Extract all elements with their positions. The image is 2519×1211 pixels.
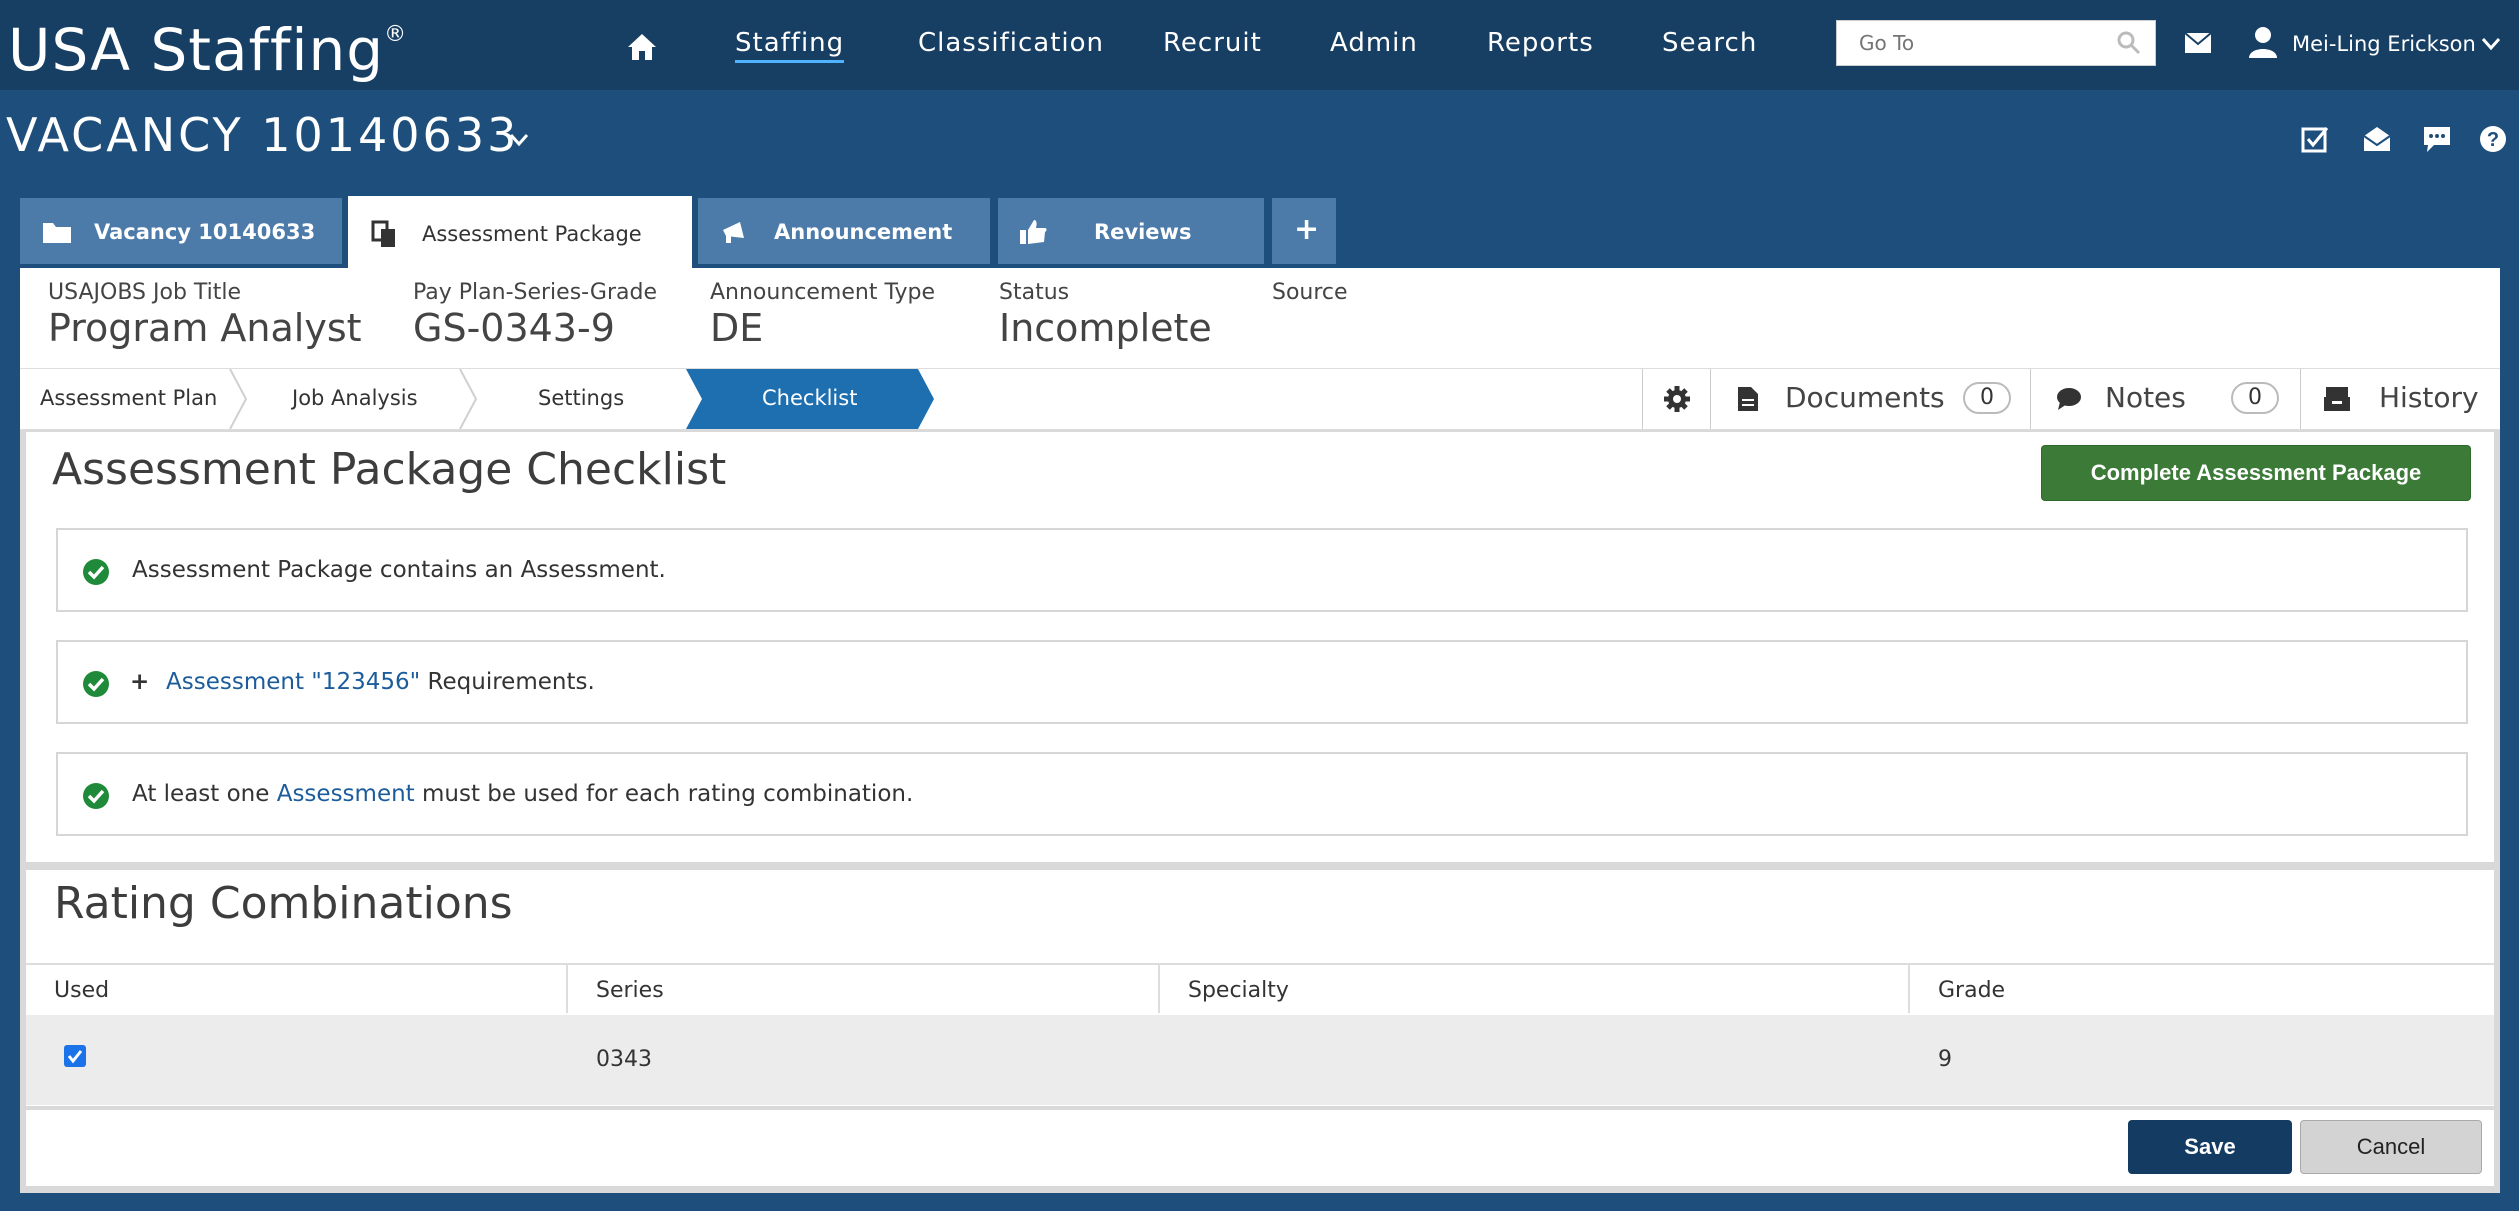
comment-icon[interactable] [2422, 124, 2452, 154]
tab-announcement[interactable]: Announcement [698, 198, 990, 264]
series-cell: 0343 [596, 1047, 652, 1072]
tab-announcement-label: Announcement [774, 220, 953, 244]
nav-classification[interactable]: Classification [918, 28, 1104, 58]
save-button[interactable]: Save [2128, 1120, 2292, 1174]
step-job-analysis[interactable]: Job Analysis [246, 369, 460, 429]
documents-button[interactable]: Documents 0 [1710, 369, 2030, 429]
search-icon[interactable] [2116, 30, 2142, 56]
notes-count: 0 [2231, 382, 2279, 414]
svg-text:?: ? [2487, 129, 2499, 151]
form-footer [26, 1110, 2494, 1186]
comment-icon [2057, 388, 2081, 410]
help-icon[interactable]: ? [2478, 124, 2508, 154]
documents-count: 0 [1963, 382, 2011, 414]
check-circle-icon [83, 559, 109, 585]
announcement-type-label: Announcement Type [710, 280, 935, 305]
checklist-item-text: Assessment Package contains an Assessmen… [132, 557, 666, 583]
copy-icon [371, 220, 395, 247]
user-icon[interactable] [2248, 26, 2278, 58]
checklist-icon[interactable] [2300, 124, 2330, 154]
tab-reviews[interactable]: Reviews [998, 198, 1264, 264]
complete-assessment-package-button[interactable]: Complete Assessment Package [2041, 445, 2471, 501]
checklist-item-text: At least one Assessment must be used for… [132, 781, 914, 807]
mail-open-icon[interactable] [2362, 124, 2392, 154]
announcement-type-value: DE [710, 306, 764, 350]
grade-cell: 9 [1938, 1047, 1952, 1072]
ppsg-value: GS-0343-9 [413, 306, 615, 350]
documents-label: Documents [1785, 381, 1945, 414]
checklist-item-text: Assessment "123456" Requirements. [166, 669, 595, 695]
goto-input[interactable] [1836, 20, 2156, 66]
status-label: Status [999, 280, 1070, 305]
checklist-item: At least one Assessment must be used for… [56, 752, 2468, 836]
assessment-steps-nav: Assessment Plan Job Analysis Settings Ch… [20, 368, 2500, 430]
table-header: Used Series Specialty Grade [26, 963, 2494, 1017]
home-icon[interactable] [626, 32, 658, 62]
job-title-label: USAJOBS Job Title [48, 280, 242, 305]
checkmark-icon [67, 1050, 83, 1064]
checklist-item: + Assessment "123456" Requirements. [56, 640, 2468, 724]
step-checklist[interactable]: Checklist [702, 369, 918, 429]
archive-icon [2324, 387, 2350, 411]
checklist-title: Assessment Package Checklist [52, 444, 727, 495]
history-label: History [2379, 381, 2479, 414]
check-circle-icon [83, 783, 109, 809]
column-header-grade[interactable]: Grade [1938, 978, 2005, 1003]
cancel-button[interactable]: Cancel [2300, 1120, 2482, 1174]
chevron-down-icon[interactable] [2480, 36, 2502, 52]
document-icon [1738, 387, 1758, 411]
source-label: Source [1272, 280, 1348, 305]
table-row: 0343 9 [26, 1015, 2494, 1105]
checklist-item: Assessment Package contains an Assessmen… [56, 528, 2468, 612]
mail-icon[interactable] [2184, 32, 2212, 54]
vacancy-title: VACANCY 10140633 [6, 108, 520, 162]
notes-label: Notes [2105, 381, 2186, 414]
status-value: Incomplete [999, 306, 1212, 350]
nav-admin[interactable]: Admin [1330, 28, 1418, 58]
tab-add[interactable]: + [1272, 198, 1336, 264]
usa-staffing-logo[interactable]: USA Staffing® [8, 16, 407, 84]
tab-reviews-label: Reviews [1094, 220, 1192, 244]
step-assessment-plan[interactable]: Assessment Plan [20, 369, 230, 429]
ppsg-label: Pay Plan-Series-Grade [413, 280, 657, 305]
history-button[interactable]: History [2300, 369, 2500, 429]
top-navigation-bar: USA Staffing® Staffing Classification Re… [0, 0, 2519, 90]
column-header-used[interactable]: Used [54, 978, 109, 1003]
tab-vacancy-label: Vacancy 10140633 [94, 220, 316, 244]
settings-button[interactable] [1642, 369, 1710, 429]
assessment-link[interactable]: Assessment "123456" [166, 669, 420, 695]
tab-assessment-package-label: Assessment Package [422, 222, 642, 246]
notes-button[interactable]: Notes 0 [2030, 369, 2300, 429]
tab-vacancy[interactable]: Vacancy 10140633 [20, 198, 342, 264]
rating-combinations-title: Rating Combinations [54, 878, 513, 929]
check-circle-icon [83, 671, 109, 697]
column-header-specialty[interactable]: Specialty [1188, 978, 1289, 1003]
nav-search[interactable]: Search [1662, 28, 1757, 58]
expand-toggle[interactable]: + [130, 669, 149, 695]
job-title-value: Program Analyst [48, 306, 362, 350]
step-settings[interactable]: Settings [476, 369, 686, 429]
nav-recruit[interactable]: Recruit [1163, 28, 1262, 58]
megaphone-icon [723, 222, 744, 243]
gear-icon [1664, 386, 1690, 412]
tab-assessment-package[interactable]: Assessment Package [348, 196, 692, 268]
nav-staffing[interactable]: Staffing [735, 28, 845, 63]
folder-icon [43, 223, 71, 243]
nav-reports[interactable]: Reports [1487, 28, 1594, 58]
vacancy-info-bar: USAJOBS Job Title Program Analyst Pay Pl… [20, 268, 2500, 368]
assessment-link[interactable]: Assessment [277, 781, 415, 807]
used-checkbox[interactable] [64, 1045, 86, 1067]
user-name[interactable]: Mei-Ling Erickson [2292, 32, 2476, 56]
thumbs-up-icon [1020, 220, 1047, 244]
plus-icon: + [1294, 212, 1320, 247]
column-header-series[interactable]: Series [596, 978, 664, 1003]
vacancy-chevron-down-icon[interactable] [508, 132, 530, 148]
